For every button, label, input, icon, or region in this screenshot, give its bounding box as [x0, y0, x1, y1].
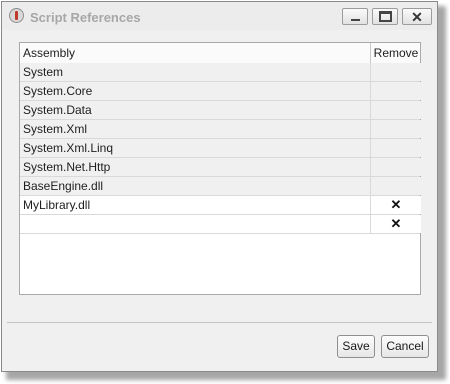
references-grid: Assembly Remove System System.Core Syste… [19, 42, 421, 295]
assembly-cell: System.Data [20, 101, 370, 119]
column-header-remove[interactable]: Remove [370, 43, 421, 63]
table-row-new[interactable]: ✕ [20, 215, 421, 234]
close-button[interactable]: ✕ [402, 8, 432, 25]
footer-divider [7, 322, 432, 323]
remove-cell [370, 63, 421, 81]
assembly-cell: System.Xml.Linq [20, 139, 370, 157]
assembly-cell: BaseEngine.dll [20, 177, 370, 195]
minimize-icon [350, 18, 360, 21]
remove-cell [370, 101, 421, 119]
remove-button[interactable]: ✕ [370, 196, 421, 214]
title-bar[interactable]: Script References ✕ [2, 2, 437, 30]
save-button[interactable]: Save [337, 335, 375, 358]
assembly-cell: System [20, 63, 370, 81]
remove-cell [370, 158, 421, 176]
remove-cell [370, 139, 421, 157]
close-icon: ✕ [411, 8, 423, 25]
table-row[interactable]: MyLibrary.dll ✕ [20, 196, 421, 215]
cancel-button[interactable]: Cancel [381, 335, 429, 358]
remove-cell [370, 177, 421, 195]
assembly-cell[interactable] [20, 215, 370, 233]
table-row[interactable]: System.Net.Http [20, 158, 421, 177]
table-row[interactable]: System.Core [20, 82, 421, 101]
assembly-cell: System.Net.Http [20, 158, 370, 176]
minimize-button[interactable] [342, 8, 368, 25]
table-row[interactable]: System.Data [20, 101, 421, 120]
script-references-dialog: Script References ✕ Assembly Remove Syst… [1, 1, 438, 372]
grid-header: Assembly Remove [20, 43, 420, 64]
table-row[interactable]: System.Xml [20, 120, 421, 139]
table-row[interactable]: BaseEngine.dll [20, 177, 421, 196]
maximize-button[interactable] [372, 8, 398, 25]
remove-button[interactable]: ✕ [370, 215, 421, 233]
column-header-assembly[interactable]: Assembly [23, 46, 75, 60]
assembly-cell[interactable]: MyLibrary.dll [20, 196, 370, 214]
table-row[interactable]: System [20, 63, 421, 82]
window-title: Script References [30, 10, 141, 25]
assembly-cell: System.Xml [20, 120, 370, 138]
table-row[interactable]: System.Xml.Linq [20, 139, 421, 158]
app-icon [9, 8, 24, 23]
remove-cell [370, 82, 421, 100]
maximize-icon [378, 11, 392, 22]
assembly-cell: System.Core [20, 82, 370, 100]
remove-cell [370, 120, 421, 138]
